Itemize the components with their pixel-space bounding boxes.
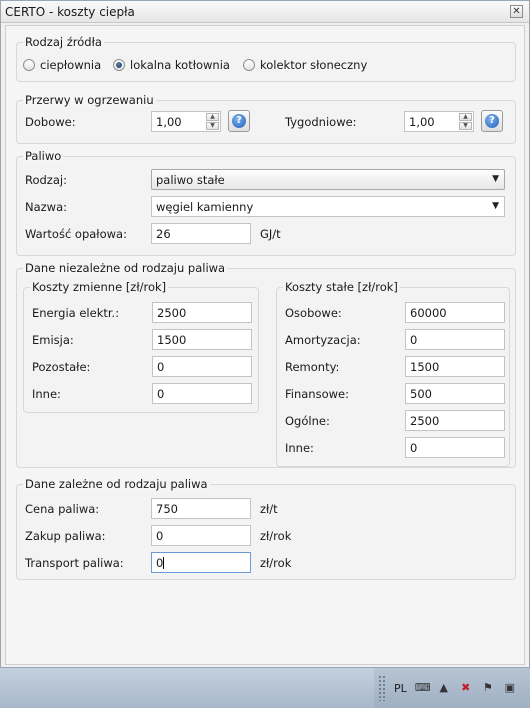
independent-costs-group: Dane niezależne od rodzaju paliwa Koszty… bbox=[16, 261, 516, 468]
independent-costs-title: Dane niezależne od rodzaju paliwa bbox=[23, 261, 228, 275]
dependent-costs-group: Dane zależne od rodzaju paliwa Cena pali… bbox=[16, 477, 516, 580]
close-button[interactable]: ✕ bbox=[510, 5, 523, 18]
daily-value: 1,00 bbox=[156, 115, 182, 129]
title-bar[interactable]: CERTO - koszty ciepła ✕ bbox=[1, 1, 529, 23]
fixed-depreciation-input[interactable]: 0 bbox=[405, 329, 505, 350]
fixed-financial-label: Finansowe: bbox=[285, 387, 349, 401]
language-indicator[interactable]: PL bbox=[394, 682, 407, 695]
heating-breaks-title: Przerwy w ogrzewaniu bbox=[23, 93, 156, 107]
keyboard-icon[interactable]: ⌨ bbox=[415, 681, 431, 695]
radio-local-boiler-circle[interactable] bbox=[113, 59, 125, 71]
fuel-price-unit: zł/t bbox=[260, 502, 278, 516]
fuel-transport-input[interactable]: 0 bbox=[151, 552, 251, 573]
tray-up-arrow-icon[interactable]: ▲ bbox=[437, 681, 451, 695]
var-energy-input[interactable]: 2500 bbox=[152, 302, 252, 323]
var-emission-input[interactable]: 1500 bbox=[152, 329, 252, 350]
fuel-purchase-unit: zł/rok bbox=[260, 529, 292, 543]
app-window: CERTO - koszty ciepła ✕ Rodzaj źródła ci… bbox=[0, 0, 530, 668]
fuel-name-combobox[interactable]: węgiel kamienny ▼ bbox=[151, 196, 505, 217]
daily-down-arrow-icon[interactable]: ▼ bbox=[206, 122, 219, 130]
chevron-down-icon: ▼ bbox=[492, 174, 499, 184]
weekly-stepper[interactable]: 1,00 ▲ ▼ bbox=[404, 111, 474, 132]
var-misc-label: Inne: bbox=[32, 387, 61, 401]
daily-up-arrow-icon[interactable]: ▲ bbox=[206, 113, 219, 121]
fixed-personnel-label: Osobowe: bbox=[285, 306, 342, 320]
fixed-costs-group: Koszty stałe [zł/rok] Osobowe: 60000 Amo… bbox=[276, 280, 510, 467]
fuel-name-label: Nazwa: bbox=[25, 200, 68, 214]
calorific-value-label: Wartość opałowa: bbox=[25, 227, 127, 241]
radio-heating-plant-circle[interactable] bbox=[23, 59, 35, 71]
heating-breaks-group: Przerwy w ogrzewaniu Dobowe: 1,00 ▲ ▼ ? … bbox=[16, 93, 516, 144]
fixed-costs-title: Koszty stałe [zł/rok] bbox=[283, 280, 400, 294]
help-icon: ? bbox=[485, 114, 499, 128]
fixed-general-input[interactable]: 2500 bbox=[405, 410, 505, 431]
tray-grip-icon[interactable] bbox=[378, 675, 386, 701]
source-type-title: Rodzaj źródła bbox=[23, 35, 104, 49]
weekly-value: 1,00 bbox=[409, 115, 435, 129]
text-caret bbox=[163, 557, 165, 569]
radio-solar-collector-label: kolektor słoneczny bbox=[260, 58, 368, 72]
radio-heating-plant[interactable]: ciepłownia bbox=[23, 58, 101, 72]
daily-label: Dobowe: bbox=[25, 115, 76, 129]
var-emission-label: Emisja: bbox=[32, 333, 74, 347]
form-area: Rodzaj źródła ciepłownia lokalna kotłown… bbox=[5, 25, 525, 665]
weekly-down-arrow-icon[interactable]: ▼ bbox=[459, 122, 472, 130]
fuel-name-value: węgiel kamienny bbox=[156, 200, 254, 214]
fuel-group: Paliwo Rodzaj: paliwo stałe ▼ Nazwa: węg… bbox=[16, 149, 516, 256]
action-center-flag-icon[interactable]: ⚑ bbox=[481, 681, 495, 695]
var-energy-label: Energia elektr.: bbox=[32, 306, 120, 320]
daily-help-button[interactable]: ? bbox=[228, 110, 250, 132]
variable-costs-group: Koszty zmienne [zł/rok] Energia elektr.:… bbox=[23, 280, 259, 413]
dependent-costs-title: Dane zależne od rodzaju paliwa bbox=[23, 477, 210, 491]
fuel-price-input[interactable]: 750 bbox=[151, 498, 251, 519]
weekly-up-arrow-icon[interactable]: ▲ bbox=[459, 113, 472, 121]
fixed-repairs-label: Remonty: bbox=[285, 360, 340, 374]
fuel-type-value: paliwo stałe bbox=[156, 173, 225, 187]
window-title: CERTO - koszty ciepła bbox=[5, 5, 135, 19]
var-misc-input[interactable]: 0 bbox=[152, 383, 252, 404]
fixed-general-label: Ogólne: bbox=[285, 414, 330, 428]
fixed-financial-input[interactable]: 500 bbox=[405, 383, 505, 404]
var-other-label: Pozostałe: bbox=[32, 360, 91, 374]
radio-heating-plant-label: ciepłownia bbox=[40, 58, 102, 72]
fixed-depreciation-label: Amortyzacja: bbox=[285, 333, 361, 347]
fuel-transport-unit: zł/rok bbox=[260, 556, 292, 570]
safely-remove-icon[interactable]: ▣ bbox=[503, 681, 517, 695]
fuel-transport-label: Transport paliwa: bbox=[25, 556, 124, 570]
radio-local-boiler-label: lokalna kotłownia bbox=[130, 58, 230, 72]
calorific-value-input[interactable]: 26 bbox=[151, 223, 251, 244]
taskbar: PL ⌨ ▲ ✖ ⚑ ▣ bbox=[0, 668, 530, 708]
chevron-down-icon[interactable]: ▼ bbox=[492, 201, 499, 211]
calorific-unit: GJ/t bbox=[260, 227, 281, 241]
radio-solar-collector[interactable]: kolektor słoneczny bbox=[243, 58, 367, 72]
fixed-personnel-input[interactable]: 60000 bbox=[405, 302, 505, 323]
fixed-misc-input[interactable]: 0 bbox=[405, 437, 505, 458]
fuel-purchase-input[interactable]: 0 bbox=[151, 525, 251, 546]
fuel-price-label: Cena paliwa: bbox=[25, 502, 100, 516]
source-type-group: Rodzaj źródła ciepłownia lokalna kotłown… bbox=[16, 35, 516, 82]
fuel-type-select[interactable]: paliwo stałe ▼ bbox=[151, 169, 505, 190]
fixed-repairs-input[interactable]: 1500 bbox=[405, 356, 505, 377]
system-tray: PL ⌨ ▲ ✖ ⚑ ▣ bbox=[374, 668, 530, 708]
fuel-title: Paliwo bbox=[23, 149, 64, 163]
radio-local-boiler[interactable]: lokalna kotłownia bbox=[113, 58, 230, 72]
weekly-help-button[interactable]: ? bbox=[481, 110, 503, 132]
daily-stepper[interactable]: 1,00 ▲ ▼ bbox=[151, 111, 221, 132]
network-warning-icon[interactable]: ✖ bbox=[459, 681, 473, 695]
weekly-label: Tygodniowe: bbox=[285, 115, 357, 129]
radio-solar-collector-circle[interactable] bbox=[243, 59, 255, 71]
fuel-type-label: Rodzaj: bbox=[25, 173, 67, 187]
help-icon: ? bbox=[232, 114, 246, 128]
fixed-misc-label: Inne: bbox=[285, 441, 314, 455]
fuel-purchase-label: Zakup paliwa: bbox=[25, 529, 106, 543]
var-other-input[interactable]: 0 bbox=[152, 356, 252, 377]
variable-costs-title: Koszty zmienne [zł/rok] bbox=[30, 280, 169, 294]
